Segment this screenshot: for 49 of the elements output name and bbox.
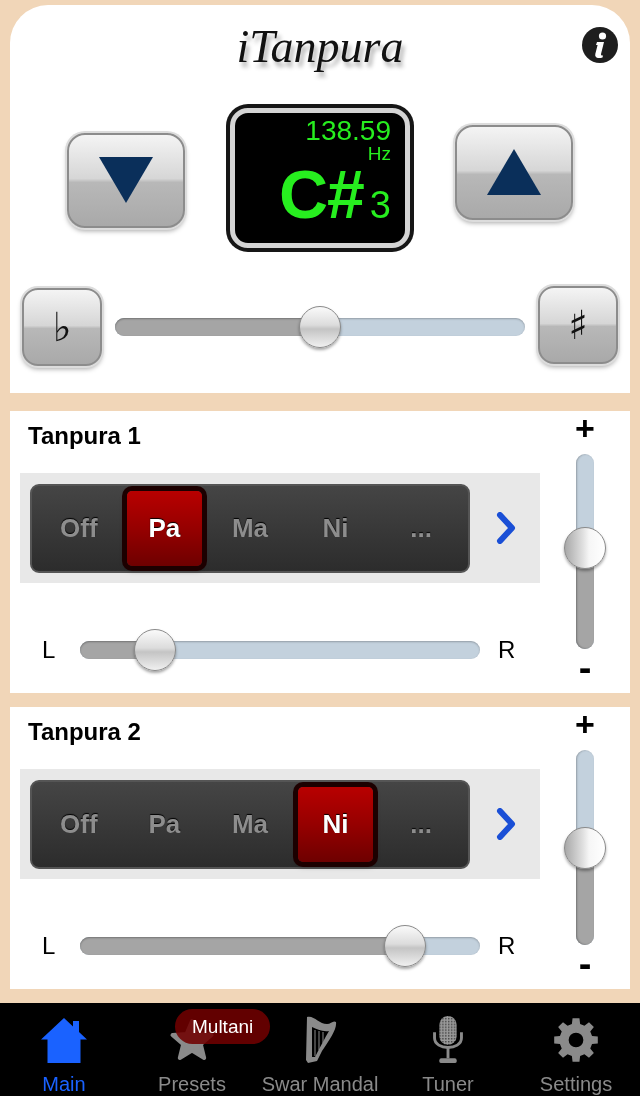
tab[interactable]: Tuner	[384, 1003, 512, 1096]
pan-slider[interactable]	[80, 925, 480, 967]
gear-icon	[553, 1015, 599, 1065]
volume-slider[interactable]	[564, 750, 606, 945]
string-segment[interactable]: Ma	[212, 490, 288, 566]
volume-plus-label: +	[575, 412, 595, 444]
app-title: iTanpura	[236, 20, 404, 74]
slider-thumb[interactable]	[133, 629, 176, 671]
preset-badge: Multani	[175, 1009, 271, 1044]
tanpura-title: Tanpura 2	[27, 717, 141, 747]
string-segment[interactable]: Pa	[126, 786, 203, 862]
pan-slider[interactable]	[80, 629, 480, 671]
string-segment[interactable]: ...	[383, 786, 459, 862]
frequency-readout: 138.59	[305, 117, 391, 145]
string-segment[interactable]: Off	[41, 786, 117, 862]
microphone-icon	[430, 1015, 466, 1065]
string-segment[interactable]: Ma	[212, 786, 288, 862]
pan-right-label: R	[498, 636, 517, 664]
note-name: C#	[278, 163, 364, 225]
slider-thumb[interactable]	[564, 826, 606, 869]
tanpura-title: Tanpura 1	[27, 421, 141, 451]
house-icon	[40, 1015, 88, 1065]
chevron-right-icon[interactable]	[496, 512, 516, 544]
string-segment[interactable]: ...	[383, 490, 459, 566]
pan-left-label: L	[42, 636, 57, 664]
chevron-right-icon[interactable]	[496, 808, 516, 840]
string-segment[interactable]: Ni	[297, 490, 374, 566]
slider-thumb[interactable]	[564, 527, 606, 570]
string-segment[interactable]: Off	[41, 490, 117, 566]
flat-button[interactable]: ♭	[22, 288, 102, 366]
volume-minus-label: -	[578, 949, 592, 979]
info-icon[interactable]	[582, 27, 618, 63]
down-triangle-icon	[99, 157, 153, 203]
fine-tune-slider[interactable]	[115, 306, 525, 348]
tab[interactable]: Settings	[512, 1003, 640, 1096]
pan-right-label: R	[498, 932, 517, 960]
octave-number: 3	[369, 186, 391, 224]
up-triangle-icon	[487, 149, 541, 195]
pitch-up-button[interactable]	[455, 124, 573, 220]
sharp-button[interactable]: ♯	[538, 286, 618, 364]
pitch-down-button[interactable]	[67, 132, 185, 228]
slider-thumb[interactable]	[299, 306, 341, 348]
volume-plus-label: +	[575, 708, 595, 740]
volume-minus-label: -	[578, 653, 592, 683]
frequency-unit: Hz	[367, 145, 391, 163]
volume-slider[interactable]	[564, 454, 606, 649]
tab[interactable]: Main	[0, 1003, 128, 1096]
slider-thumb[interactable]	[384, 925, 427, 967]
pan-left-label: L	[42, 932, 57, 960]
